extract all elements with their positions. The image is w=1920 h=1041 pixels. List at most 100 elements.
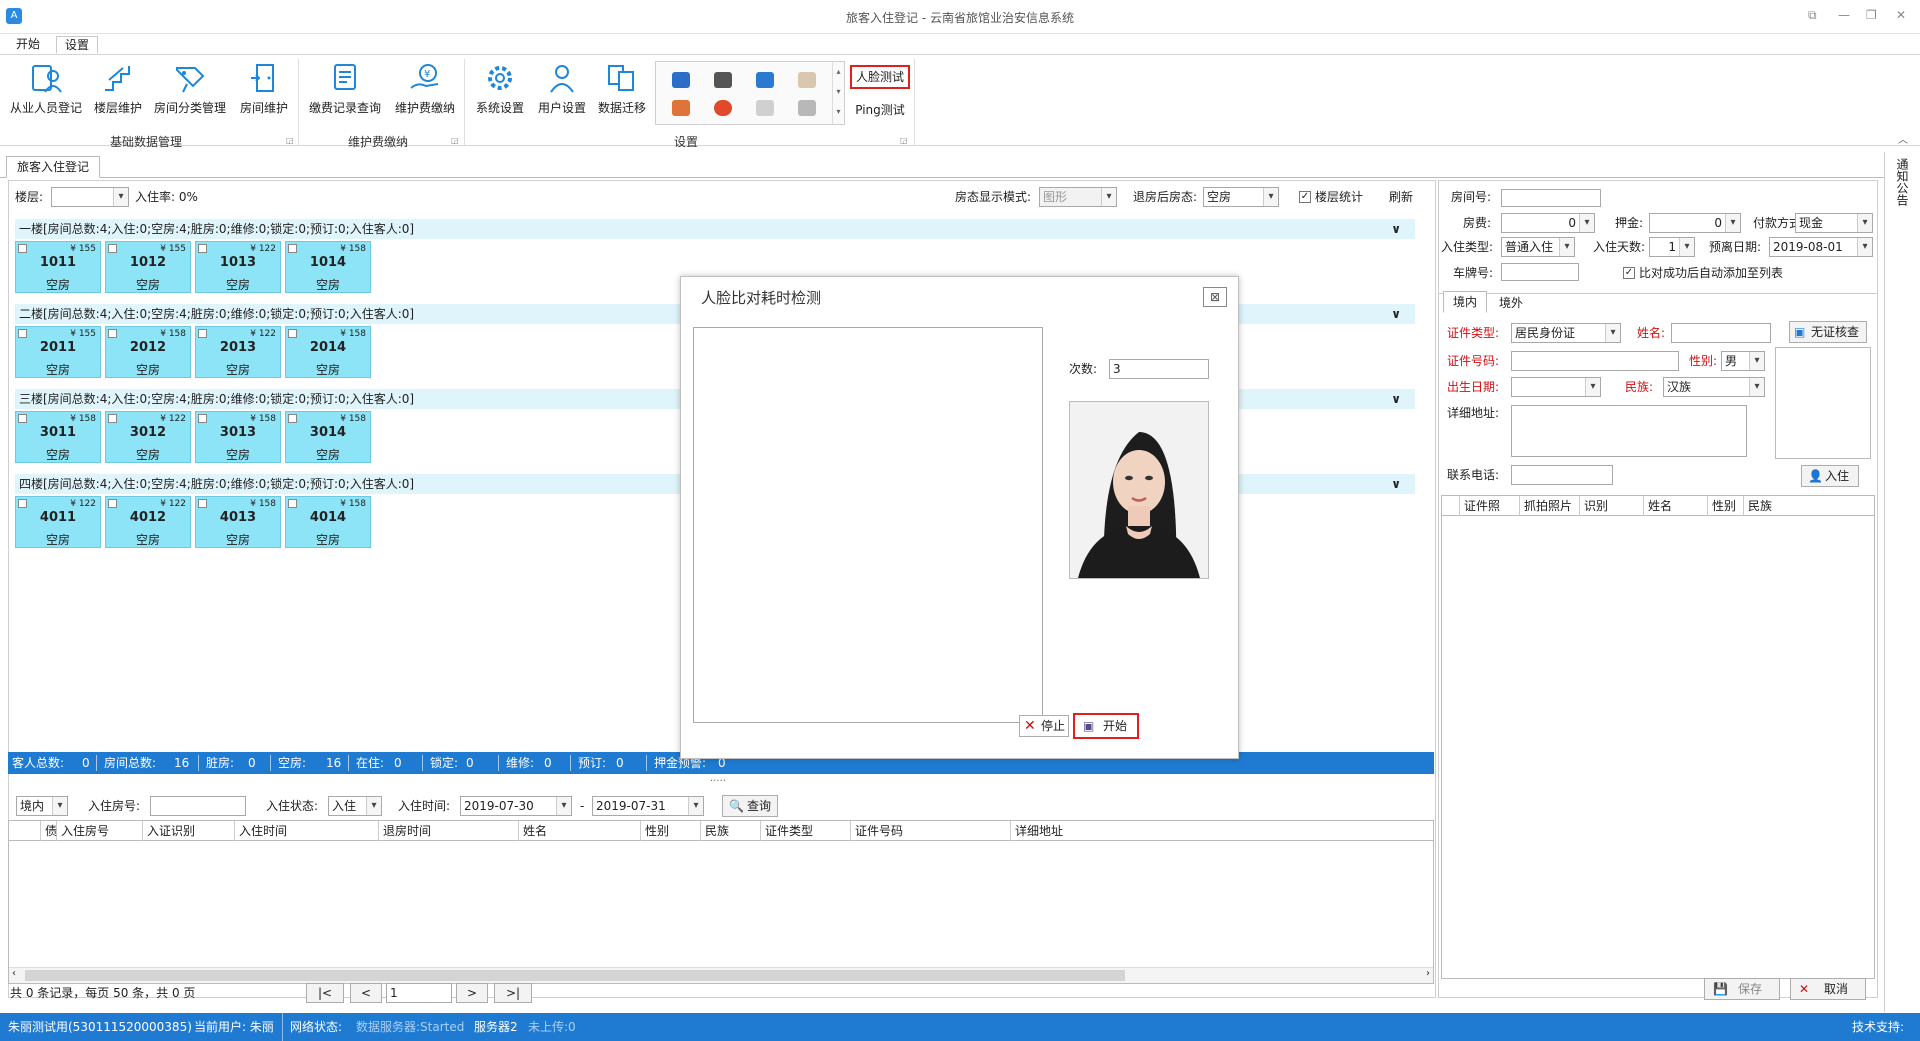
tab-settings[interactable]: 设置 xyxy=(56,36,99,54)
checkin-button[interactable]: 👤 入住 xyxy=(1801,465,1859,487)
date-to-input[interactable]: 2019-07-31 xyxy=(592,796,704,816)
room-checkbox[interactable] xyxy=(108,414,117,423)
room-tile[interactable]: ¥ 158 1014 空房 xyxy=(285,241,371,293)
room-tile[interactable]: ¥ 158 4014 空房 xyxy=(285,496,371,548)
cancel-button[interactable]: ✕ 取消 xyxy=(1790,978,1866,1000)
tab-foreign[interactable]: 境外 xyxy=(1489,293,1533,313)
id-type-select[interactable]: 居民身份证 xyxy=(1511,323,1621,343)
refresh-button[interactable]: 刷新 xyxy=(1389,187,1413,207)
room-tile[interactable]: ¥ 158 3013 空房 xyxy=(195,411,281,463)
style-icon[interactable] xyxy=(756,100,774,116)
display-mode-select[interactable]: 图形 xyxy=(1039,187,1117,207)
room-tile[interactable]: ¥ 122 4011 空房 xyxy=(15,496,101,548)
name-input[interactable] xyxy=(1671,323,1771,343)
style-icon[interactable] xyxy=(798,100,816,116)
collapse-ribbon-icon[interactable]: ︿ xyxy=(1898,131,1908,146)
col-header[interactable]: 入住房号 xyxy=(57,821,143,841)
room-maintain-button[interactable]: 房间维护 xyxy=(236,61,292,116)
col-header[interactable]: 识别 xyxy=(1580,496,1644,516)
room-checkbox[interactable] xyxy=(198,414,207,423)
room-tile[interactable]: ¥ 122 2013 空房 xyxy=(195,326,281,378)
room-tile[interactable]: ¥ 158 3014 空房 xyxy=(285,411,371,463)
room-category-button[interactable]: 房间分类管理 xyxy=(152,61,228,116)
col-header[interactable]: 详细地址 xyxy=(1011,821,1431,841)
dialog-launcher-icon[interactable]: ◲ xyxy=(451,136,459,145)
floor-maintain-button[interactable]: 楼层维护 xyxy=(90,61,146,116)
ping-test-button[interactable]: Ping测试 xyxy=(850,101,910,121)
room-checkbox[interactable] xyxy=(18,329,27,338)
system-settings-button[interactable]: 系统设置 xyxy=(472,61,528,116)
style-icon[interactable] xyxy=(798,72,816,88)
col-header[interactable]: 证件号码 xyxy=(851,821,1011,841)
save-button[interactable]: 💾 保存 xyxy=(1704,978,1780,1000)
prev-page-button[interactable]: < xyxy=(350,983,382,1003)
checkin-type-select[interactable]: 普通入住 xyxy=(1501,237,1575,257)
room-no-input[interactable] xyxy=(150,796,246,816)
floor-stats-checkbox[interactable]: ✓ xyxy=(1299,191,1311,203)
fee-pay-button[interactable]: ¥ 维护费缴纳 xyxy=(390,61,460,116)
restore-ribbon-icon[interactable]: ⧉ xyxy=(1808,8,1817,23)
room-checkbox[interactable] xyxy=(288,244,297,253)
room-checkbox[interactable] xyxy=(18,414,27,423)
dialog-close-icon[interactable]: ⊠ xyxy=(1203,287,1227,307)
room-tile[interactable]: ¥ 155 2011 空房 xyxy=(15,326,101,378)
minimize-icon[interactable]: — xyxy=(1838,8,1850,22)
room-checkbox[interactable] xyxy=(108,329,117,338)
user-settings-button[interactable]: 用户设置 xyxy=(534,61,590,116)
id-no-input[interactable] xyxy=(1511,351,1679,371)
chevron-down-icon[interactable]: ∨ xyxy=(1391,474,1401,494)
plate-input[interactable] xyxy=(1501,263,1579,281)
room-tile[interactable]: ¥ 158 3011 空房 xyxy=(15,411,101,463)
next-page-button[interactable]: > xyxy=(456,983,488,1003)
phone-input[interactable] xyxy=(1511,465,1613,485)
status-select[interactable]: 入住 xyxy=(328,796,382,816)
scope-select[interactable]: 境内 xyxy=(16,796,68,816)
count-input[interactable]: 3 xyxy=(1109,359,1209,379)
query-button[interactable]: 🔍 查询 xyxy=(722,795,778,817)
birth-input[interactable] xyxy=(1511,377,1601,397)
room-fee-input[interactable]: 0 xyxy=(1501,213,1595,233)
col-header[interactable]: 民族 xyxy=(1744,496,1794,516)
pay-method-select[interactable]: 现金 xyxy=(1795,213,1873,233)
fee-record-query-button[interactable]: 缴费记录查询 xyxy=(306,61,384,116)
room-tile[interactable]: ¥ 122 4012 空房 xyxy=(105,496,191,548)
room-tile[interactable]: ¥ 155 1011 空房 xyxy=(15,241,101,293)
first-page-button[interactable]: |< xyxy=(306,983,344,1003)
col-header[interactable]: 性别 xyxy=(641,821,701,841)
room-checkbox[interactable] xyxy=(108,244,117,253)
room-tile[interactable]: ¥ 122 3012 空房 xyxy=(105,411,191,463)
horizontal-scrollbar[interactable]: ‹ › xyxy=(9,967,1433,983)
staff-register-button[interactable]: 从业人员登记 xyxy=(8,61,84,116)
gender-select[interactable]: 男 xyxy=(1721,351,1765,371)
page-input[interactable]: 1 xyxy=(386,983,452,1003)
dialog-launcher-icon[interactable]: ◲ xyxy=(286,136,294,145)
maximize-icon[interactable]: ❐ xyxy=(1866,8,1877,22)
no-id-check-button[interactable]: ▣ 无证核查 xyxy=(1789,321,1867,343)
close-icon[interactable]: ✕ xyxy=(1896,8,1906,22)
face-test-button[interactable]: 人脸测试 xyxy=(850,65,910,89)
room-checkbox[interactable] xyxy=(18,244,27,253)
col-header[interactable]: 姓名 xyxy=(1644,496,1708,516)
col-header[interactable]: 抓拍照片 xyxy=(1520,496,1580,516)
col-header[interactable]: 证件照 xyxy=(1460,496,1520,516)
gallery-scroll-icon[interactable]: ▴ ▾ ▾ xyxy=(832,62,844,124)
days-input[interactable]: 1 xyxy=(1649,237,1695,257)
col-header[interactable]: 退房时间 xyxy=(379,821,519,841)
room-tile[interactable]: ¥ 122 1013 空房 xyxy=(195,241,281,293)
stop-button[interactable]: ✕ 停止 xyxy=(1019,715,1069,737)
style-icon[interactable] xyxy=(756,72,774,88)
address-textarea[interactable] xyxy=(1511,405,1747,457)
room-tile[interactable]: ¥ 158 4013 空房 xyxy=(195,496,281,548)
after-checkout-select[interactable]: 空房 xyxy=(1203,187,1279,207)
data-migrate-button[interactable]: 数据迁移 xyxy=(594,61,650,116)
chevron-down-icon[interactable]: ∨ xyxy=(1391,304,1401,324)
col-header[interactable]: 性别 xyxy=(1708,496,1744,516)
deposit-input[interactable]: 0 xyxy=(1649,213,1741,233)
room-checkbox[interactable] xyxy=(18,499,27,508)
room-checkbox[interactable] xyxy=(198,329,207,338)
start-button[interactable]: ▣ 开始 xyxy=(1073,713,1139,739)
room-checkbox[interactable] xyxy=(198,244,207,253)
floor-select[interactable] xyxy=(51,187,129,207)
chevron-down-icon[interactable]: ∨ xyxy=(1391,389,1401,409)
col-header[interactable]: 入证识别 xyxy=(143,821,235,841)
